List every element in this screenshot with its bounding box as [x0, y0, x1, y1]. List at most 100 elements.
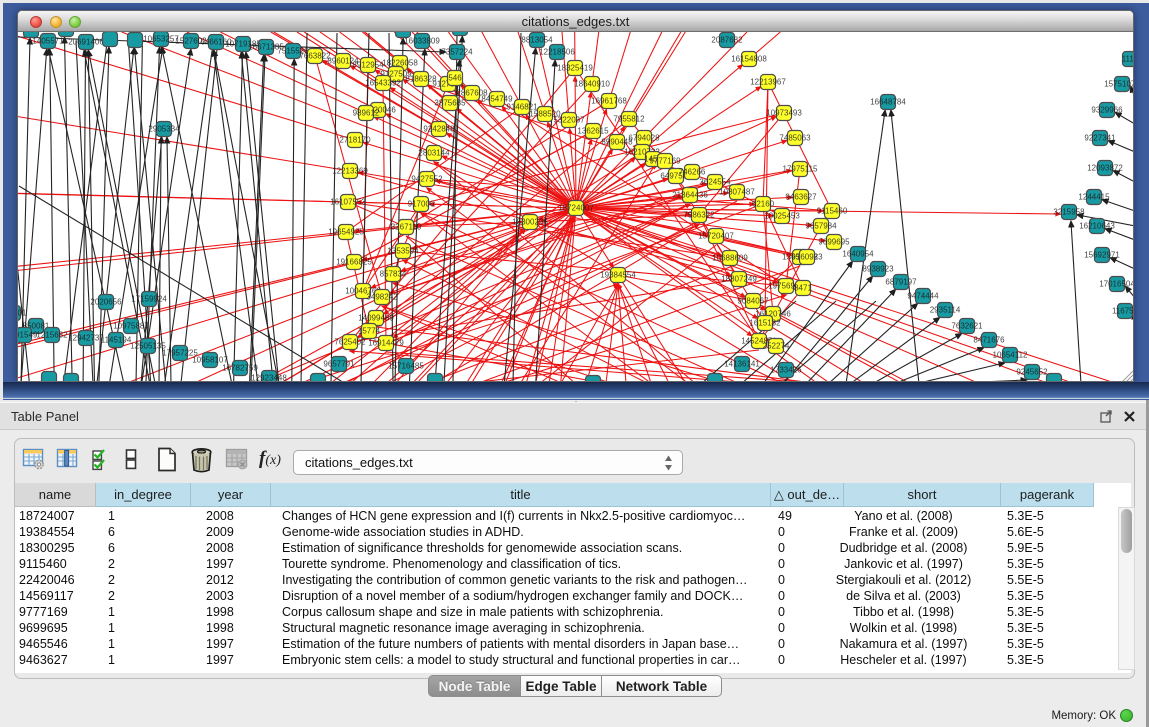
- svg-text:1405571: 1405571: [32, 37, 64, 46]
- svg-text:9242848: 9242848: [423, 125, 455, 134]
- svg-text:16914479: 16914479: [368, 339, 404, 348]
- svg-text:7986322: 7986322: [683, 211, 715, 220]
- svg-text:7955812: 7955812: [613, 115, 645, 124]
- svg-text:252274: 252274: [763, 342, 790, 351]
- svg-text:8471: 8471: [794, 284, 812, 293]
- svg-text:16107553: 16107553: [330, 198, 366, 207]
- svg-text:116753: 116753: [1112, 307, 1134, 316]
- svg-text:9657984: 9657984: [805, 222, 837, 231]
- svg-text:16961768: 16961768: [591, 97, 627, 106]
- svg-text:15774: 15774: [358, 327, 381, 336]
- svg-text:9463627: 9463627: [785, 193, 817, 202]
- svg-text:20691406: 20691406: [68, 38, 104, 47]
- svg-text:12093872: 12093872: [1087, 164, 1123, 173]
- svg-text:1615132: 1615132: [749, 319, 781, 328]
- svg-text:18724007: 18724007: [558, 204, 594, 213]
- svg-text:3267110: 3267110: [391, 223, 422, 232]
- svg-text:2020656: 2020656: [90, 298, 122, 307]
- svg-text:17159924: 17159924: [131, 295, 167, 304]
- svg-text:10654112: 10654112: [993, 351, 1029, 360]
- svg-text:9699695: 9699695: [818, 238, 850, 247]
- svg-text:991549: 991549: [18, 331, 38, 340]
- svg-text:9245652: 9245652: [1016, 368, 1048, 377]
- svg-text:15716485: 15716485: [388, 362, 424, 371]
- svg-text:3215958: 3215958: [1053, 208, 1085, 217]
- svg-text:9329966: 9329966: [1091, 106, 1123, 115]
- svg-text:10688609: 10688609: [712, 254, 748, 263]
- svg-text:19384554: 19384554: [600, 271, 636, 280]
- svg-text:16648784: 16648784: [870, 98, 906, 107]
- svg-text:917006: 917006: [408, 200, 435, 209]
- svg-text:15692971: 15692971: [1084, 251, 1120, 260]
- svg-text:21364436: 21364436: [672, 191, 708, 200]
- svg-text:14099489: 14099489: [358, 314, 394, 323]
- svg-text:3498242: 3498242: [366, 293, 398, 302]
- svg-text:1640954: 1640954: [842, 250, 874, 259]
- svg-text:7663822: 7663822: [299, 52, 331, 61]
- svg-text:3624554: 3624554: [699, 178, 731, 187]
- svg-text:16154808: 16154808: [731, 55, 767, 64]
- svg-text:1145194: 1145194: [101, 336, 132, 345]
- svg-text:1362615: 1362615: [577, 127, 609, 136]
- svg-text:2905334: 2905334: [148, 125, 180, 134]
- svg-text:9160923: 9160923: [791, 253, 823, 262]
- svg-text:9084067: 9084067: [737, 297, 769, 306]
- svg-text:10025453: 10025453: [764, 212, 800, 221]
- svg-text:1215682: 1215682: [36, 331, 68, 340]
- svg-text:7625402: 7625402: [334, 338, 366, 347]
- svg-text:19654925: 19654925: [328, 228, 364, 237]
- svg-text:17975115: 17975115: [783, 165, 819, 174]
- svg-text:1244415: 1244415: [1078, 193, 1110, 202]
- svg-text:10807487: 10807487: [719, 188, 755, 197]
- svg-text:12218506: 12218506: [539, 48, 575, 57]
- svg-text:2935114: 2935114: [930, 306, 961, 315]
- svg-text:5322037: 5322037: [553, 116, 585, 125]
- svg-text:16033809: 16033809: [404, 37, 440, 46]
- svg-text:746266: 746266: [679, 168, 706, 177]
- svg-text:857834: 857834: [380, 270, 407, 279]
- svg-text:12923448: 12923448: [251, 374, 287, 383]
- svg-text:9115460: 9115460: [817, 207, 848, 216]
- svg-text:1353594: 1353594: [387, 247, 419, 256]
- svg-text:8813054: 8813054: [521, 36, 553, 45]
- svg-text:15751074: 15751074: [1104, 80, 1134, 89]
- svg-text:9227341: 9227341: [1084, 134, 1116, 143]
- svg-text:9777169: 9777169: [649, 157, 681, 166]
- svg-text:2087682: 2087682: [711, 36, 743, 45]
- svg-text:831001: 831001: [18, 309, 27, 318]
- svg-text:12505135: 12505135: [130, 342, 166, 351]
- svg-text:10973493: 10973493: [766, 109, 802, 118]
- svg-text:6879197: 6879197: [885, 278, 917, 287]
- svg-text:15720407: 15720407: [698, 232, 734, 241]
- svg-text:1733426: 1733426: [770, 366, 802, 375]
- svg-text:10653257: 10653257: [143, 35, 179, 44]
- svg-text:7357224: 7357224: [441, 48, 473, 57]
- svg-text:989612: 989612: [353, 109, 380, 118]
- svg-text:18300295: 18300295: [512, 218, 548, 227]
- svg-text:62160: 62160: [752, 200, 775, 209]
- svg-text:9657791: 9657791: [323, 360, 355, 369]
- svg-text:546: 546: [448, 74, 462, 83]
- svg-text:16543392: 16543392: [365, 79, 401, 88]
- svg-text:9474444: 9474444: [907, 292, 939, 301]
- svg-text:2718170: 2718170: [339, 136, 371, 145]
- svg-text:6794028: 6794028: [628, 134, 660, 143]
- svg-text:19166825: 19166825: [336, 258, 372, 267]
- svg-text:7632621: 7632621: [951, 322, 983, 331]
- svg-text:16210643: 16210643: [1079, 222, 1115, 231]
- svg-text:3875685: 3875685: [434, 99, 466, 108]
- svg-text:8938923: 8938923: [862, 265, 894, 274]
- svg-text:12942737: 12942737: [68, 334, 104, 343]
- svg-text:18640910: 18640910: [574, 80, 610, 89]
- svg-text:1112: 1112: [1122, 55, 1134, 64]
- svg-text:10975887: 10975887: [113, 322, 149, 331]
- svg-text:16782759: 16782759: [222, 364, 258, 373]
- svg-text:12213369: 12213369: [332, 167, 368, 176]
- svg-text:17016504: 17016504: [1099, 280, 1134, 289]
- svg-text:18807249: 18807249: [721, 275, 757, 284]
- svg-text:14136141: 14136141: [724, 360, 760, 369]
- svg-text:12213967: 12213967: [750, 78, 786, 87]
- svg-text:8471676: 8471676: [973, 336, 1005, 345]
- svg-text:7485063: 7485063: [779, 134, 811, 143]
- svg-text:2803144: 2803144: [418, 149, 450, 158]
